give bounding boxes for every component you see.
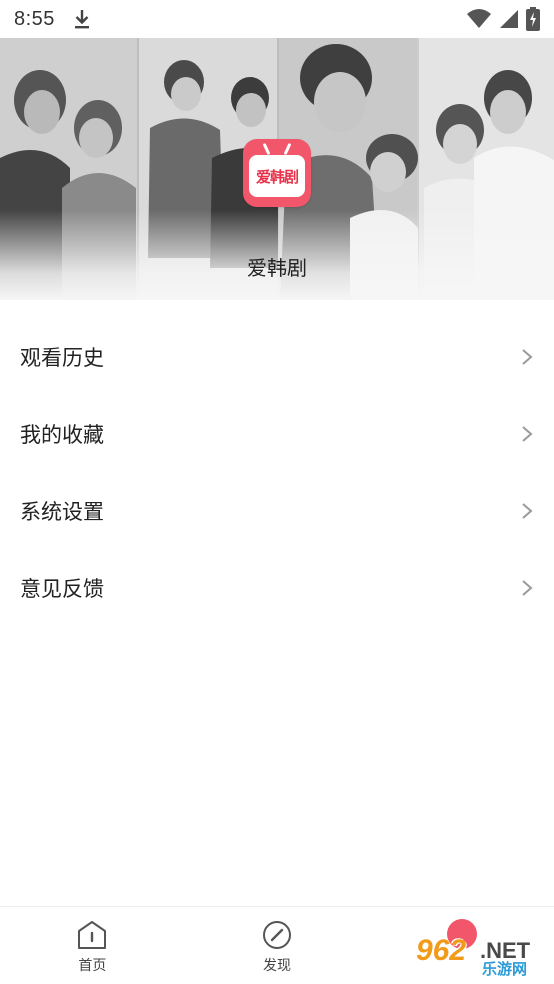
chevron-right-icon — [522, 579, 533, 596]
watermark-site: 乐游网 — [482, 960, 528, 978]
status-bar: 8:55 — [0, 0, 554, 38]
chevron-right-icon — [522, 425, 533, 442]
app-logo-screen: 爱韩剧 — [249, 155, 305, 197]
app-logo: 爱韩剧 — [243, 139, 311, 207]
app-logo-text: 爱韩剧 — [255, 167, 299, 186]
menu-item-label: 我的收藏 — [20, 422, 104, 447]
wifi-icon — [467, 9, 491, 28]
menu-item-system-settings[interactable]: 系统设置 — [0, 472, 554, 549]
chevron-right-icon — [522, 502, 533, 519]
tab-label: 首页 — [78, 958, 107, 974]
battery-charging-icon — [526, 7, 540, 31]
signal-icon — [500, 10, 518, 28]
tab-discover[interactable]: 发现 — [185, 907, 370, 984]
status-icons — [466, 7, 540, 31]
menu-item-label: 意见反馈 — [20, 576, 104, 601]
logo-antenna-right — [283, 142, 292, 156]
menu-item-label: 观看历史 — [20, 345, 104, 370]
menu-item-label: 系统设置 — [20, 499, 104, 524]
site-watermark: 962 .NET 乐游网 — [412, 924, 548, 980]
logo-antenna-left — [262, 142, 271, 156]
menu-item-favorites[interactable]: 我的收藏 — [0, 395, 554, 472]
compass-icon — [263, 921, 291, 949]
tab-home[interactable]: 首页 — [0, 907, 185, 984]
profile-banner: 爱韩剧 爱韩剧 — [0, 38, 554, 300]
chevron-right-icon — [522, 348, 533, 365]
tab-label: 发现 — [263, 958, 291, 974]
app-name: 爱韩剧 — [247, 256, 307, 280]
status-time: 8:55 — [14, 7, 55, 30]
watermark-logo: 962 — [416, 934, 467, 967]
menu-item-watch-history[interactable]: 观看历史 — [0, 318, 554, 395]
settings-menu: 观看历史 我的收藏 系统设置 意见反馈 — [0, 318, 554, 626]
download-icon — [74, 10, 89, 29]
menu-item-feedback[interactable]: 意见反馈 — [0, 549, 554, 626]
home-icon — [78, 921, 107, 949]
